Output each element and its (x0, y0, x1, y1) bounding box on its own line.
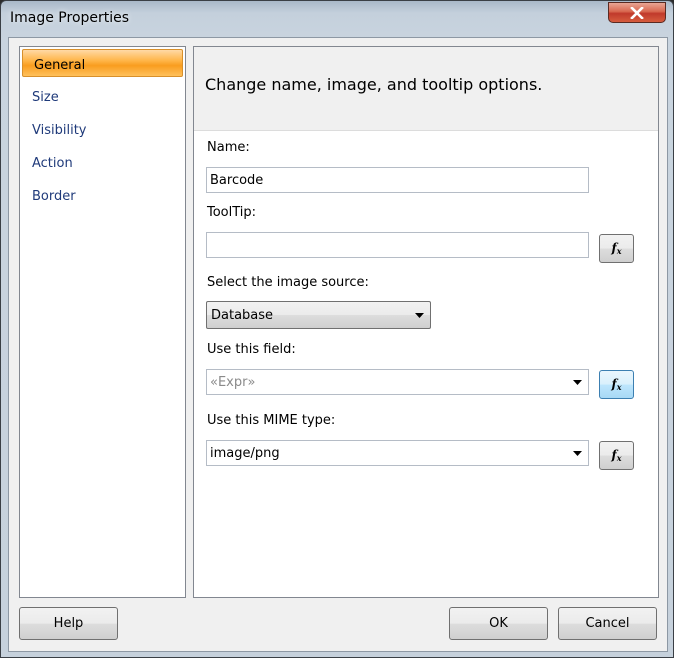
general-page: Change name, image, and tooltip options.… (193, 46, 659, 598)
field-placeholder: «Expr» (210, 375, 256, 390)
ok-button[interactable]: OK (449, 607, 548, 640)
close-x-icon (630, 7, 644, 19)
nav-item-visibility[interactable]: Visibility (21, 115, 184, 143)
nav-item-label: Action (32, 156, 73, 171)
nav-item-border[interactable]: Border (21, 181, 184, 209)
nav-item-label: General (34, 58, 86, 73)
page-nav-list: General Size Visibility Action Border (19, 46, 186, 598)
nav-item-label: Visibility (32, 123, 87, 138)
cancel-button[interactable]: Cancel (558, 607, 657, 640)
nav-item-action[interactable]: Action (21, 148, 184, 176)
dropdown-arrow-icon[interactable] (573, 451, 582, 456)
nav-item-general[interactable]: General (22, 49, 183, 77)
mime-type-value: image/png (210, 446, 280, 461)
mime-type-label: Use this MIME type: (207, 413, 336, 428)
image-source-select[interactable]: Database (206, 301, 431, 329)
close-button[interactable] (608, 2, 666, 23)
dialog-window: Image Properties General Size Visibility… (0, 0, 674, 658)
function-fx-icon: fx (611, 241, 622, 256)
tooltip-expression-button[interactable]: fx (599, 234, 634, 263)
function-fx-icon: fx (611, 448, 622, 463)
function-fx-icon: fx (611, 377, 622, 392)
dropdown-arrow-icon (415, 313, 424, 318)
name-label: Name: (207, 140, 250, 155)
nav-item-label: Size (32, 90, 59, 105)
help-button[interactable]: Help (19, 607, 118, 640)
image-source-value: Database (211, 308, 274, 323)
tooltip-label: ToolTip: (207, 205, 257, 220)
mime-type-combo[interactable]: image/png (206, 440, 589, 466)
page-header-text: Change name, image, and tooltip options. (205, 75, 543, 94)
nav-item-size[interactable]: Size (21, 82, 184, 110)
nav-item-label: Border (32, 189, 76, 204)
dropdown-arrow-icon[interactable] (573, 380, 582, 385)
page-header: Change name, image, and tooltip options. (194, 47, 658, 131)
field-label: Use this field: (207, 342, 296, 357)
image-source-label: Select the image source: (207, 275, 369, 290)
name-input[interactable] (206, 167, 589, 193)
window-title: Image Properties (10, 10, 130, 26)
field-expression-button[interactable]: fx (599, 370, 634, 399)
field-combo[interactable]: «Expr» (206, 369, 589, 395)
mime-type-expression-button[interactable]: fx (599, 441, 634, 470)
title-bar[interactable]: Image Properties (1, 1, 673, 37)
dialog-client-area: General Size Visibility Action Border Ch… (8, 37, 668, 652)
tooltip-input[interactable] (206, 232, 589, 258)
